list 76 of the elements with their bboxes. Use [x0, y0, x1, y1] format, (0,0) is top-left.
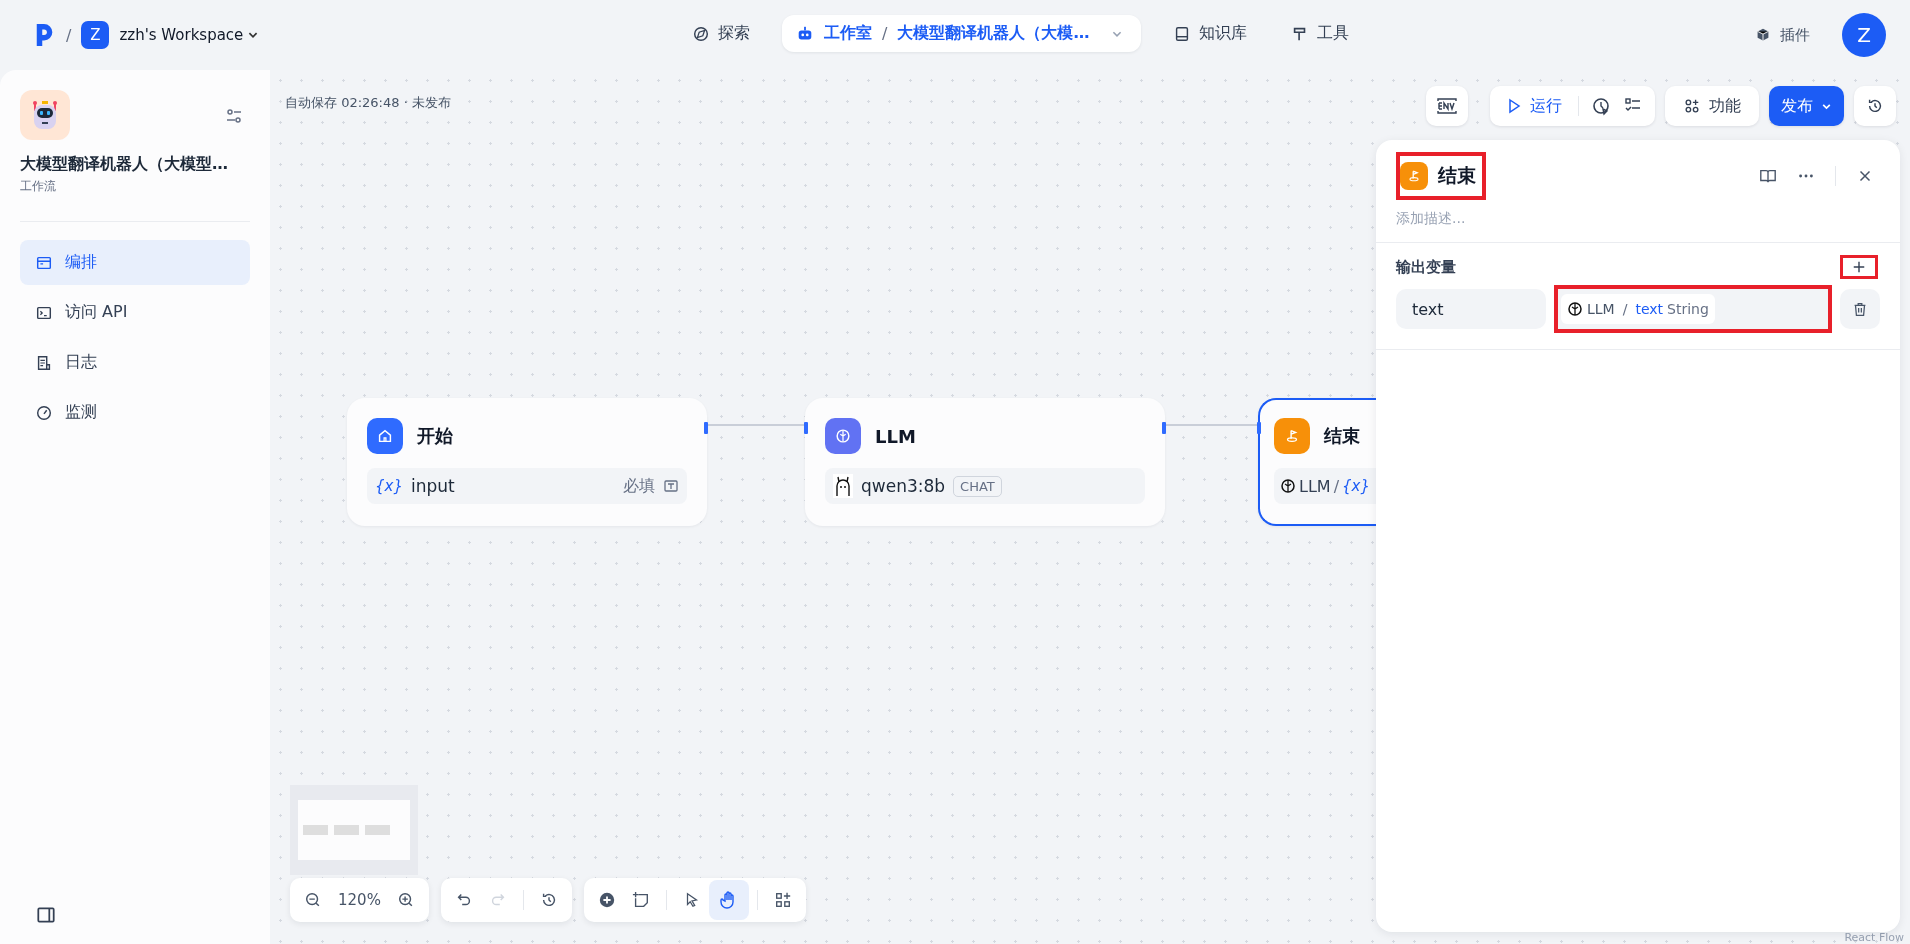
book-icon[interactable]: [1759, 167, 1777, 185]
delete-button[interactable]: [1840, 289, 1880, 329]
section-title: 输出变量: [1396, 257, 1456, 277]
node-title: LLM: [875, 425, 916, 447]
studio-tab[interactable]: 工作室 / 大模型翻译机器人（大模…: [782, 15, 1142, 52]
breadcrumb-separator: /: [882, 24, 888, 43]
autosave-status: 自动保存 02:26:48 · 未发布: [285, 94, 451, 112]
reference-chip: LLM / text String: [1561, 294, 1715, 324]
nav-tab[interactable]: 工具: [1279, 15, 1362, 52]
sidebar-item[interactable]: 监测: [20, 390, 250, 435]
env-button[interactable]: [1426, 86, 1468, 126]
add-note-icon[interactable]: [631, 891, 650, 909]
publish-button[interactable]: 发布: [1769, 86, 1844, 126]
brain-icon: [1567, 301, 1583, 317]
workflow-node[interactable]: 开始 {x} input 必填: [347, 398, 707, 526]
studio-label: 工作室: [824, 23, 872, 44]
input-handle[interactable]: [1257, 422, 1261, 434]
features-button[interactable]: 功能: [1665, 86, 1759, 126]
add-button[interactable]: [1840, 255, 1878, 279]
path-separator: /: [1333, 476, 1340, 496]
variable-name: input: [410, 476, 455, 496]
breadcrumb-separator: /: [66, 25, 72, 45]
output-handle[interactable]: [704, 422, 708, 434]
variable-mark: {x}: [375, 477, 403, 495]
compass-icon: [692, 24, 710, 43]
flag-icon: [1400, 162, 1428, 190]
panel-title: 结束: [1438, 163, 1476, 188]
layout-icon[interactable]: [773, 891, 792, 909]
sidebar-item[interactable]: 编排: [20, 240, 250, 285]
sidebar-item[interactable]: 访问 API: [20, 290, 250, 335]
apps-add-icon: [1683, 97, 1701, 115]
workspace-switcher[interactable]: zzh's Workspace: [119, 26, 260, 44]
description-field[interactable]: 添加描述...: [1396, 210, 1696, 226]
variable-name-field[interactable]: text: [1396, 289, 1546, 329]
nav-tab[interactable]: 探索: [680, 15, 762, 52]
plugins-button[interactable]: 插件: [1748, 24, 1816, 46]
variable-mark: {x}: [1342, 477, 1370, 495]
plus-icon: [1852, 260, 1866, 274]
history-run-icon[interactable]: [1591, 96, 1611, 116]
node-title: 结束: [1324, 424, 1360, 448]
user-avatar[interactable]: Z: [1842, 13, 1886, 57]
nav-tab[interactable]: 知识库: [1161, 15, 1260, 52]
zoom-in-icon[interactable]: [396, 891, 415, 909]
flag-icon: [1274, 418, 1310, 454]
model-name: qwen3:8b: [861, 476, 946, 496]
app-title: 大模型翻译机器人（大模型…: [20, 154, 229, 175]
hand-tool-button[interactable]: [708, 880, 749, 920]
version-history-button[interactable]: [1854, 86, 1896, 126]
zoom-out-icon[interactable]: [304, 891, 322, 909]
brain-icon: [825, 418, 861, 454]
sidebar-item[interactable]: 日志: [20, 340, 250, 385]
source-label: LLM: [1299, 476, 1331, 496]
workflow-node[interactable]: 结束 LLM / {x}: [1258, 398, 1376, 526]
app-type: 工作流: [20, 178, 57, 195]
variable-reference-field[interactable]: LLM / text String: [1554, 285, 1832, 333]
play-icon: [1506, 98, 1522, 114]
document-icon: [35, 353, 53, 372]
llama-icon: [833, 474, 853, 498]
app-breadcrumb[interactable]: 大模型翻译机器人（大模…: [897, 23, 1090, 44]
workspace-avatar: Z: [81, 21, 110, 49]
workflow-node[interactable]: LLM qwen3:8b CHAT: [805, 398, 1165, 526]
node-title: 开始: [417, 424, 453, 448]
zoom-level[interactable]: 120%: [338, 891, 381, 909]
home-icon: [367, 418, 403, 454]
history-icon: [1866, 97, 1884, 115]
required-label: 必填: [623, 475, 655, 497]
add-node-icon[interactable]: [597, 891, 616, 909]
robot-avatar-icon: [20, 90, 70, 140]
input-handle[interactable]: [804, 422, 808, 434]
brain-icon: [1280, 478, 1296, 494]
settings-icon[interactable]: [224, 106, 244, 126]
model-tag: CHAT: [953, 475, 1002, 497]
output-handle[interactable]: [1162, 422, 1166, 434]
env-icon: [1436, 98, 1458, 114]
text-input-icon: [663, 478, 679, 494]
gauge-icon: [35, 403, 53, 422]
